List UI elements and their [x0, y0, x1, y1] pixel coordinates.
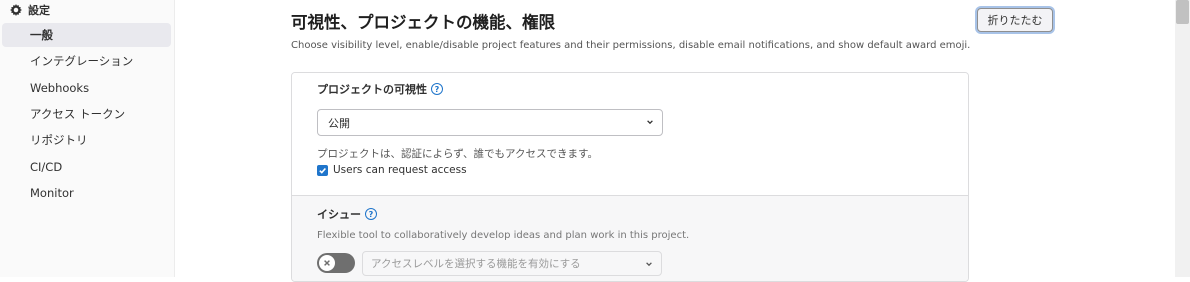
settings-header[interactable]: 設定	[10, 2, 50, 18]
sidebar-item-monitor[interactable]: Monitor	[2, 181, 171, 205]
issues-label: イシュー	[317, 208, 361, 221]
visibility-label: プロジェクトの可視性	[317, 83, 427, 96]
visibility-label-row: プロジェクトの可視性 ?	[317, 81, 443, 97]
section-description: Choose visibility level, enable/disable …	[291, 40, 971, 51]
sidebar-item-cicd[interactable]: CI/CD	[2, 155, 171, 179]
request-access-row[interactable]: Users can request access	[317, 164, 467, 176]
settings-header-label: 設定	[28, 4, 50, 17]
visibility-help-text: プロジェクトは、認証によらず、誰でもアクセスできます。	[317, 148, 598, 160]
settings-sidebar: 設定 一般 インテグレーション Webhooks アクセス トークン リポジトリ…	[0, 0, 175, 277]
chevron-down-icon	[647, 120, 653, 125]
close-icon	[324, 260, 330, 266]
issues-description: Flexible tool to collaboratively develop…	[317, 230, 690, 241]
visibility-selected-value: 公開	[328, 116, 350, 130]
section-title: 可視性、プロジェクトの機能、権限	[291, 13, 555, 32]
issues-toggle[interactable]	[317, 253, 355, 273]
main-content: 可視性、プロジェクトの機能、権限 Choose visibility level…	[175, 0, 1175, 282]
issues-label-row: イシュー ?	[317, 206, 377, 222]
issues-access-placeholder: アクセスレベルを選択する機能を有効にする	[371, 258, 581, 270]
request-access-label: Users can request access	[333, 164, 467, 176]
sidebar-item-webhooks[interactable]: Webhooks	[2, 76, 171, 100]
issues-access-select[interactable]: アクセスレベルを選択する機能を有効にする	[362, 251, 662, 276]
sidebar-item-repository[interactable]: リポジトリ	[2, 128, 171, 152]
scrollbar-thumb[interactable]	[1176, 0, 1189, 24]
help-circle-icon[interactable]: ?	[431, 83, 443, 95]
sidebar-item-general[interactable]: 一般	[2, 23, 171, 47]
page-scrollbar[interactable]	[1175, 0, 1190, 277]
settings-panel: プロジェクトの可視性 ? 公開 プロジェクトは、認証によらず、誰でもアクセスでき…	[291, 72, 969, 282]
visibility-section: プロジェクトの可視性 ? 公開 プロジェクトは、認証によらず、誰でもアクセスでき…	[292, 73, 968, 196]
check-icon	[319, 167, 326, 174]
sidebar-item-integrations[interactable]: インテグレーション	[2, 49, 171, 73]
request-access-checkbox[interactable]	[317, 164, 328, 176]
sidebar-item-access-tokens[interactable]: アクセス トークン	[2, 102, 171, 126]
visibility-select[interactable]: 公開	[317, 109, 663, 136]
chevron-down-icon	[646, 262, 652, 267]
gear-icon	[10, 4, 22, 16]
toggle-knob	[319, 255, 335, 271]
issues-section: イシュー ? Flexible tool to collaboratively …	[292, 196, 968, 281]
help-circle-icon[interactable]: ?	[365, 208, 377, 220]
collapse-button[interactable]: 折りたたむ	[977, 8, 1053, 32]
